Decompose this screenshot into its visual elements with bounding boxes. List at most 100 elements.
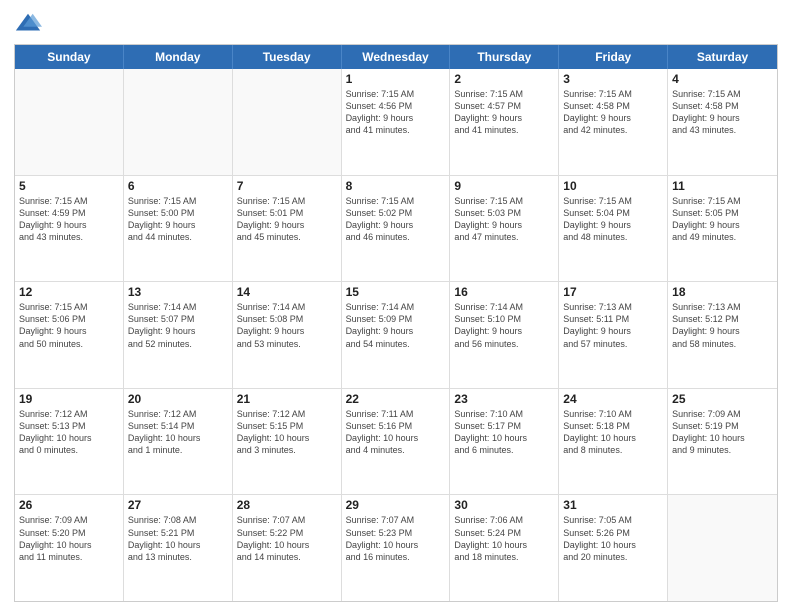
cell-info: Sunrise: 7:07 AM Sunset: 5:23 PM Dayligh… (346, 514, 446, 563)
calendar-cell: 19Sunrise: 7:12 AM Sunset: 5:13 PM Dayli… (15, 389, 124, 495)
cell-info: Sunrise: 7:15 AM Sunset: 5:04 PM Dayligh… (563, 195, 663, 244)
cell-info: Sunrise: 7:13 AM Sunset: 5:11 PM Dayligh… (563, 301, 663, 350)
cell-date: 22 (346, 392, 446, 406)
calendar-cell: 28 Sunrise: 7:07 AM Sunset: 5:22 PM Dayli… (233, 495, 342, 601)
calendar-cell: 5Sunrise: 7:15 AM Sunset: 4:59 PM Daylig… (15, 176, 124, 282)
cell-info: Sunrise: 7:12 AM Sunset: 5:14 PM Dayligh… (128, 408, 228, 457)
cell-date: 10 (563, 179, 663, 193)
calendar-cell: 30 Sunrise: 7:06 AM Sunset: 5:24 PM Dayli… (450, 495, 559, 601)
calendar-cell (15, 69, 124, 175)
cell-info: Sunrise: 7:06 AM Sunset: 5:24 PM Dayligh… (454, 514, 554, 563)
calendar-day-name: Saturday (668, 45, 777, 69)
calendar-row: 1Sunrise: 7:15 AM Sunset: 4:56 PM Daylig… (15, 69, 777, 176)
calendar-cell: 20 Sunrise: 7:12 AM Sunset: 5:14 PM Dayli… (124, 389, 233, 495)
calendar-cell: 2 Sunrise: 7:15 AM Sunset: 4:57 PM Daylig… (450, 69, 559, 175)
cell-date: 2 (454, 72, 554, 86)
calendar-cell: 15Sunrise: 7:14 AM Sunset: 5:09 PM Dayli… (342, 282, 451, 388)
calendar-row: 12 Sunrise: 7:15 AM Sunset: 5:06 PM Dayli… (15, 282, 777, 389)
calendar-cell: 13 Sunrise: 7:14 AM Sunset: 5:07 PM Dayli… (124, 282, 233, 388)
cell-info: Sunrise: 7:09 AM Sunset: 5:20 PM Dayligh… (19, 514, 119, 563)
cell-info: Sunrise: 7:12 AM Sunset: 5:13 PM Dayligh… (19, 408, 119, 457)
cell-date: 26 (19, 498, 119, 512)
cell-date: 15 (346, 285, 446, 299)
cell-info: Sunrise: 7:14 AM Sunset: 5:07 PM Dayligh… (128, 301, 228, 350)
cell-info: Sunrise: 7:15 AM Sunset: 4:58 PM Dayligh… (672, 88, 773, 137)
cell-info: Sunrise: 7:15 AM Sunset: 4:56 PM Dayligh… (346, 88, 446, 137)
calendar-cell: 29 Sunrise: 7:07 AM Sunset: 5:23 PM Dayli… (342, 495, 451, 601)
calendar-day-name: Friday (559, 45, 668, 69)
cell-info: Sunrise: 7:15 AM Sunset: 4:59 PM Dayligh… (19, 195, 119, 244)
page-container: SundayMondayTuesdayWednesdayThursdayFrid… (0, 0, 792, 612)
cell-date: 4 (672, 72, 773, 86)
cell-date: 16 (454, 285, 554, 299)
cell-info: Sunrise: 7:10 AM Sunset: 5:18 PM Dayligh… (563, 408, 663, 457)
cell-date: 30 (454, 498, 554, 512)
cell-info: Sunrise: 7:05 AM Sunset: 5:26 PM Dayligh… (563, 514, 663, 563)
cell-info: Sunrise: 7:15 AM Sunset: 5:05 PM Dayligh… (672, 195, 773, 244)
cell-info: Sunrise: 7:08 AM Sunset: 5:21 PM Dayligh… (128, 514, 228, 563)
calendar-day-name: Monday (124, 45, 233, 69)
cell-date: 14 (237, 285, 337, 299)
calendar-cell: 1Sunrise: 7:15 AM Sunset: 4:56 PM Daylig… (342, 69, 451, 175)
cell-date: 28 (237, 498, 337, 512)
calendar-cell (668, 495, 777, 601)
cell-date: 23 (454, 392, 554, 406)
calendar-cell: 31 Sunrise: 7:05 AM Sunset: 5:26 PM Dayli… (559, 495, 668, 601)
cell-date: 29 (346, 498, 446, 512)
calendar-row: 26 Sunrise: 7:09 AM Sunset: 5:20 PM Dayli… (15, 495, 777, 601)
cell-date: 12 (19, 285, 119, 299)
calendar-cell: 3Sunrise: 7:15 AM Sunset: 4:58 PM Daylig… (559, 69, 668, 175)
calendar-cell: 7 Sunrise: 7:15 AM Sunset: 5:01 PM Daylig… (233, 176, 342, 282)
calendar-cell: 18 Sunrise: 7:13 AM Sunset: 5:12 PM Dayli… (668, 282, 777, 388)
calendar-day-name: Sunday (15, 45, 124, 69)
calendar-cell: 10 Sunrise: 7:15 AM Sunset: 5:04 PM Dayli… (559, 176, 668, 282)
cell-info: Sunrise: 7:07 AM Sunset: 5:22 PM Dayligh… (237, 514, 337, 563)
cell-date: 13 (128, 285, 228, 299)
cell-date: 6 (128, 179, 228, 193)
cell-date: 31 (563, 498, 663, 512)
cell-info: Sunrise: 7:13 AM Sunset: 5:12 PM Dayligh… (672, 301, 773, 350)
cell-info: Sunrise: 7:10 AM Sunset: 5:17 PM Dayligh… (454, 408, 554, 457)
calendar: SundayMondayTuesdayWednesdayThursdayFrid… (14, 44, 778, 602)
calendar-cell: 27Sunrise: 7:08 AM Sunset: 5:21 PM Dayli… (124, 495, 233, 601)
cell-info: Sunrise: 7:15 AM Sunset: 5:00 PM Dayligh… (128, 195, 228, 244)
cell-date: 25 (672, 392, 773, 406)
calendar-day-name: Thursday (450, 45, 559, 69)
cell-date: 9 (454, 179, 554, 193)
calendar-cell: 6 Sunrise: 7:15 AM Sunset: 5:00 PM Daylig… (124, 176, 233, 282)
cell-info: Sunrise: 7:15 AM Sunset: 5:02 PM Dayligh… (346, 195, 446, 244)
cell-info: Sunrise: 7:15 AM Sunset: 5:06 PM Dayligh… (19, 301, 119, 350)
calendar-header: SundayMondayTuesdayWednesdayThursdayFrid… (15, 45, 777, 69)
calendar-body: 1Sunrise: 7:15 AM Sunset: 4:56 PM Daylig… (15, 69, 777, 601)
calendar-cell: 8 Sunrise: 7:15 AM Sunset: 5:02 PM Daylig… (342, 176, 451, 282)
calendar-row: 5Sunrise: 7:15 AM Sunset: 4:59 PM Daylig… (15, 176, 777, 283)
calendar-cell: 9 Sunrise: 7:15 AM Sunset: 5:03 PM Daylig… (450, 176, 559, 282)
cell-date: 3 (563, 72, 663, 86)
cell-info: Sunrise: 7:12 AM Sunset: 5:15 PM Dayligh… (237, 408, 337, 457)
calendar-cell (233, 69, 342, 175)
calendar-cell: 11 Sunrise: 7:15 AM Sunset: 5:05 PM Dayli… (668, 176, 777, 282)
calendar-cell: 14Sunrise: 7:14 AM Sunset: 5:08 PM Dayli… (233, 282, 342, 388)
cell-info: Sunrise: 7:15 AM Sunset: 5:03 PM Dayligh… (454, 195, 554, 244)
calendar-cell: 4 Sunrise: 7:15 AM Sunset: 4:58 PM Daylig… (668, 69, 777, 175)
cell-date: 8 (346, 179, 446, 193)
cell-date: 21 (237, 392, 337, 406)
calendar-row: 19Sunrise: 7:12 AM Sunset: 5:13 PM Dayli… (15, 389, 777, 496)
cell-date: 20 (128, 392, 228, 406)
cell-info: Sunrise: 7:15 AM Sunset: 5:01 PM Dayligh… (237, 195, 337, 244)
cell-info: Sunrise: 7:14 AM Sunset: 5:10 PM Dayligh… (454, 301, 554, 350)
calendar-cell: 17 Sunrise: 7:13 AM Sunset: 5:11 PM Dayli… (559, 282, 668, 388)
logo-icon (14, 10, 42, 38)
calendar-cell: 21 Sunrise: 7:12 AM Sunset: 5:15 PM Dayli… (233, 389, 342, 495)
calendar-cell (124, 69, 233, 175)
cell-date: 24 (563, 392, 663, 406)
page-header (14, 10, 778, 38)
cell-date: 17 (563, 285, 663, 299)
logo (14, 10, 46, 38)
calendar-day-name: Tuesday (233, 45, 342, 69)
cell-date: 7 (237, 179, 337, 193)
calendar-cell: 12 Sunrise: 7:15 AM Sunset: 5:06 PM Dayli… (15, 282, 124, 388)
cell-info: Sunrise: 7:15 AM Sunset: 4:57 PM Dayligh… (454, 88, 554, 137)
cell-date: 18 (672, 285, 773, 299)
cell-date: 11 (672, 179, 773, 193)
